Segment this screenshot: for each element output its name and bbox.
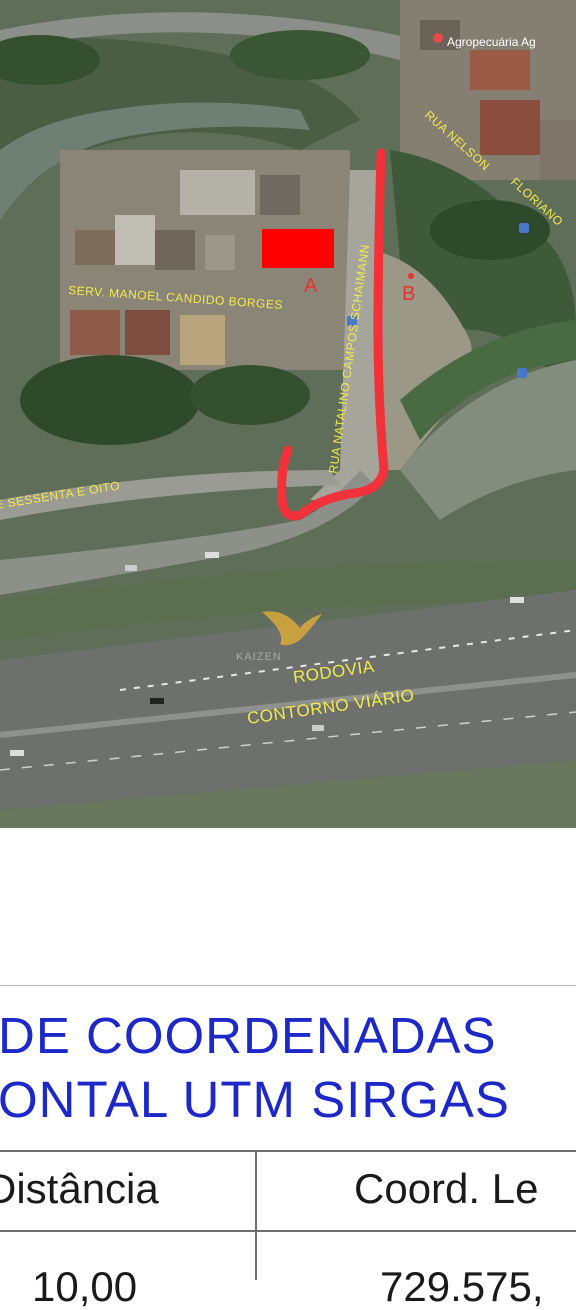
roof: [260, 175, 300, 215]
roof: [205, 235, 235, 270]
roof: [480, 100, 540, 155]
point-a-label: A: [304, 275, 318, 297]
vehicle: [312, 725, 324, 731]
document-top-rule: [0, 985, 576, 986]
roof: [180, 315, 225, 365]
roof: [115, 215, 155, 265]
satellite-map[interactable]: Agropecuária Ag A B RUA NELSON FLORIANO …: [0, 0, 576, 828]
table-rule: [0, 1150, 576, 1152]
vehicle: [205, 552, 219, 558]
coordinates-table: Distância Coord. Le 10,00 729.575,: [0, 1150, 576, 1308]
roof: [180, 170, 255, 215]
table-cell-coord: 729.575,: [380, 1263, 544, 1310]
column-header-distance: Distância: [0, 1165, 159, 1212]
point-b-marker: [408, 273, 414, 279]
bus-stop-icon: [517, 368, 527, 378]
parcel-marker[interactable]: [262, 229, 334, 268]
document-heading-line2: ONTAL UTM SIRGAS: [0, 1071, 510, 1128]
bus-stop-icon: [519, 223, 529, 233]
watermark-text: KAIZEN: [236, 651, 282, 663]
point-b-label: B: [402, 283, 415, 305]
roof: [470, 50, 530, 90]
roof: [75, 230, 115, 265]
vehicle: [10, 750, 24, 756]
tree-cluster: [430, 200, 550, 260]
roof: [155, 230, 195, 270]
tree-cluster: [230, 30, 370, 80]
table-column-divider: [255, 1150, 257, 1280]
document-heading-line1: DE COORDENADAS: [0, 1007, 497, 1064]
location-pin-icon[interactable]: [433, 33, 443, 43]
table-rule: [0, 1230, 576, 1232]
table-cell-distance: 10,00: [32, 1263, 138, 1310]
vehicle: [150, 698, 164, 704]
roof: [70, 310, 120, 355]
column-header-coord: Coord. Le: [354, 1165, 539, 1212]
roof: [540, 120, 576, 180]
tree-cluster: [20, 355, 200, 445]
roof: [125, 310, 170, 355]
vehicle: [125, 565, 137, 571]
poi-label[interactable]: Agropecuária Ag: [447, 35, 536, 49]
tree-cluster: [190, 365, 310, 425]
vehicle: [510, 597, 524, 603]
